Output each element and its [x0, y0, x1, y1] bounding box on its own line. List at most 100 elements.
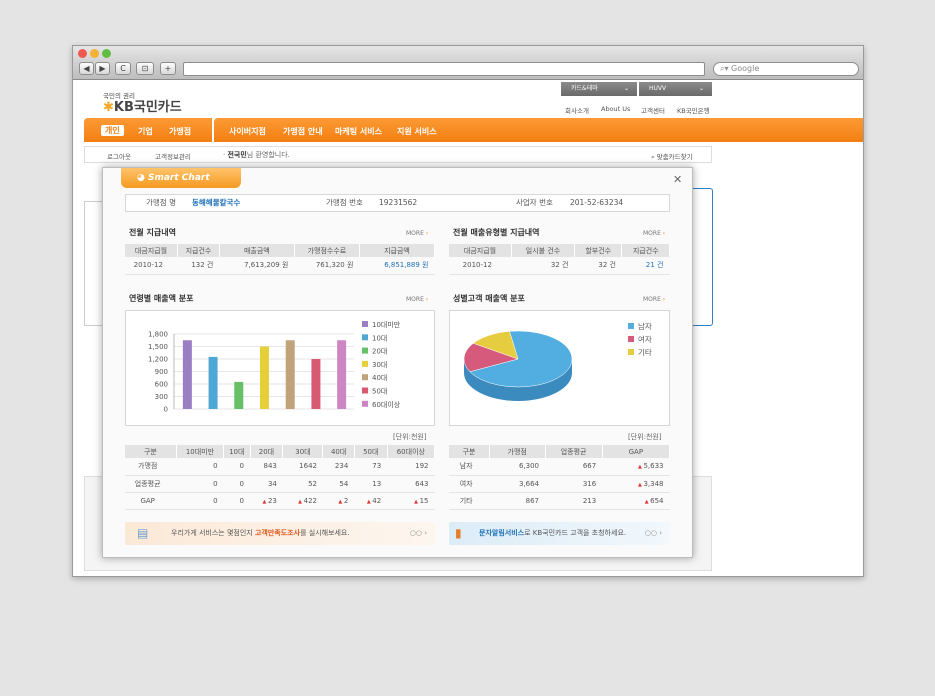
link-kb-bank[interactable]: KB국민은행 — [677, 105, 710, 115]
zoom-dot-icon[interactable] — [102, 49, 111, 58]
tab-merchant[interactable]: 가맹점 — [169, 126, 191, 137]
find-card-label: 맞춤카드찾기 — [656, 153, 693, 161]
banner-highlight: 문자알림서비스 — [479, 529, 525, 537]
cell: 13 — [354, 475, 388, 493]
unit-label: [단위:천원] — [628, 433, 662, 441]
reload-button[interactable]: C — [115, 62, 131, 75]
phone-icon: ▮ — [455, 526, 462, 540]
google-search-input[interactable]: ⌕▾ Google — [713, 62, 859, 76]
survey-banner[interactable]: ▤ 우리가게 서비스는 몇점인지 고객만족도조사를 실시해보세요. ○○ › — [125, 522, 435, 545]
find-card-link[interactable]: ⌕ 맞춤카드찾기 — [651, 151, 693, 162]
cell-value: 42 — [372, 496, 382, 505]
cell: 0 — [223, 475, 250, 493]
banner-text: 로 KB국민카드 고객을 초청하세요. — [524, 529, 627, 537]
cell: 32 건 — [511, 257, 575, 275]
nav-support[interactable]: 지원 서비스 — [397, 126, 437, 137]
pie-icon: ◕ — [137, 173, 148, 183]
table-row: 업종평균 0 0 34 52 54 13 643 — [125, 475, 435, 493]
cell: 가맹점 — [125, 458, 177, 476]
badge-label: Smart Chart — [148, 173, 210, 183]
cell-value: 5,633 — [643, 462, 664, 471]
sms-banner[interactable]: ▮ 문자알림서비스로 KB국민카드 고객을 초청하세요. ○○ › — [449, 522, 670, 545]
tab-personal[interactable]: 개인 — [101, 125, 124, 136]
cell: 0 — [223, 458, 250, 476]
y-tick-label: 1,200 — [148, 356, 168, 364]
logout-link[interactable]: 로그아웃 — [107, 151, 131, 161]
link-customer-center[interactable]: 고객센터 — [641, 105, 665, 115]
cell: 23 — [250, 492, 283, 510]
card-theme-dropdown[interactable]: 카드&테마 ⌄ — [561, 82, 637, 96]
col-header: 40대 — [322, 445, 355, 458]
col-header: 10대 — [223, 445, 251, 458]
cell: 54 — [322, 475, 355, 493]
cell-value: 여자 — [459, 479, 473, 488]
col-header: GAP — [602, 445, 671, 458]
table-row: 2010-12 132 건 7,613,209 원 761,320 원 6,851,88… — [125, 257, 435, 275]
cell: 52 — [282, 475, 323, 493]
nav-merchant-info[interactable]: 가맹점 안내 — [283, 126, 323, 137]
close-icon[interactable]: ✕ — [673, 173, 682, 186]
nav-marketing[interactable]: 마케팅 서비스 — [335, 126, 382, 137]
bar — [337, 340, 347, 409]
forward-button[interactable]: ▶ — [95, 62, 110, 75]
huvv-dropdown[interactable]: HUVV ⌄ — [639, 82, 712, 96]
nav-cyber-branch[interactable]: 사이버지점 — [229, 126, 266, 137]
bar — [208, 356, 218, 409]
banner-text: 우리가게 서비스는 몇점인지 — [171, 529, 255, 537]
cell: 761,320 원 — [294, 257, 360, 275]
col-header: 일시불 건수 — [511, 244, 575, 257]
welcome-name: 전국민 — [227, 151, 247, 159]
more-link[interactable]: MORE — [406, 230, 428, 237]
legend-label: 30대 — [372, 361, 387, 369]
add-tab-button[interactable]: + — [160, 62, 176, 75]
cell-value: 업종평균 — [134, 479, 161, 488]
section-title-payment: 전월 지급내역 — [129, 228, 176, 237]
cell: 2010-12 — [125, 257, 178, 275]
legend-label: 10대미만 — [372, 320, 401, 329]
close-dot-icon[interactable] — [78, 49, 87, 58]
table-row: GAP 0 0 23 422 2 42 15 — [125, 492, 435, 510]
more-link[interactable]: MORE — [643, 296, 665, 303]
address-bar[interactable] — [183, 62, 705, 76]
screenshot-button[interactable]: ⊡ — [136, 62, 154, 75]
info-manage-link[interactable]: 고객정보관리 — [155, 151, 191, 161]
link-company[interactable]: 회사소개 — [565, 105, 589, 115]
cell-value: 667 — [582, 462, 597, 471]
legend-swatch — [362, 400, 368, 407]
tab-business[interactable]: 기업 — [138, 126, 153, 137]
legend-swatch — [362, 360, 368, 367]
smart-chart-modal: ◕ Smart Chart ✕ 가맹점 명 동해해물칼국수 가맹점 번호 192… — [102, 167, 693, 558]
y-tick-label: 1,500 — [148, 343, 168, 351]
y-tick-label: 1,800 — [148, 331, 168, 339]
legend-swatch — [362, 374, 368, 381]
link-about[interactable]: About Us — [601, 105, 630, 113]
cell: 15 — [387, 492, 435, 510]
more-link[interactable]: MORE — [643, 230, 665, 237]
search-icon: ⌕▾ — [720, 64, 732, 73]
cell-value: 0 — [213, 496, 218, 505]
cell: 234 — [322, 458, 355, 476]
logo[interactable]: ✱KB국민카드 — [103, 96, 182, 115]
col-header: 구분 — [125, 445, 177, 458]
chevron-down-icon: ⌄ — [623, 85, 629, 92]
more-link[interactable]: MORE — [406, 296, 428, 303]
cell-value: 54 — [339, 479, 349, 488]
cell-value: 남자 — [459, 462, 473, 471]
cell: 654 — [602, 492, 670, 510]
back-button[interactable]: ◀ — [79, 62, 94, 75]
cell: 3,348 — [602, 475, 670, 493]
gender-chart-box: 남자 여자 기타 — [449, 310, 670, 426]
survey-banner-text: 우리가게 서비스는 몇점인지 고객만족도조사를 실시해보세요. — [171, 522, 350, 545]
banner-more[interactable]: ○○ › — [410, 522, 427, 545]
banner-more[interactable]: ○○ › — [645, 522, 662, 545]
cell: 21 건 — [621, 257, 670, 275]
cell: 667 — [545, 458, 603, 476]
cell: 643 — [387, 475, 435, 493]
minimize-dot-icon[interactable] — [90, 49, 99, 58]
cell-value: 1642 — [299, 462, 317, 471]
search-placeholder: Google — [731, 64, 760, 73]
col-header: 60대이상 — [387, 445, 436, 458]
cell: 867 — [489, 492, 546, 510]
bar — [234, 381, 244, 409]
card-theme-label: 카드&테마 — [571, 85, 598, 92]
